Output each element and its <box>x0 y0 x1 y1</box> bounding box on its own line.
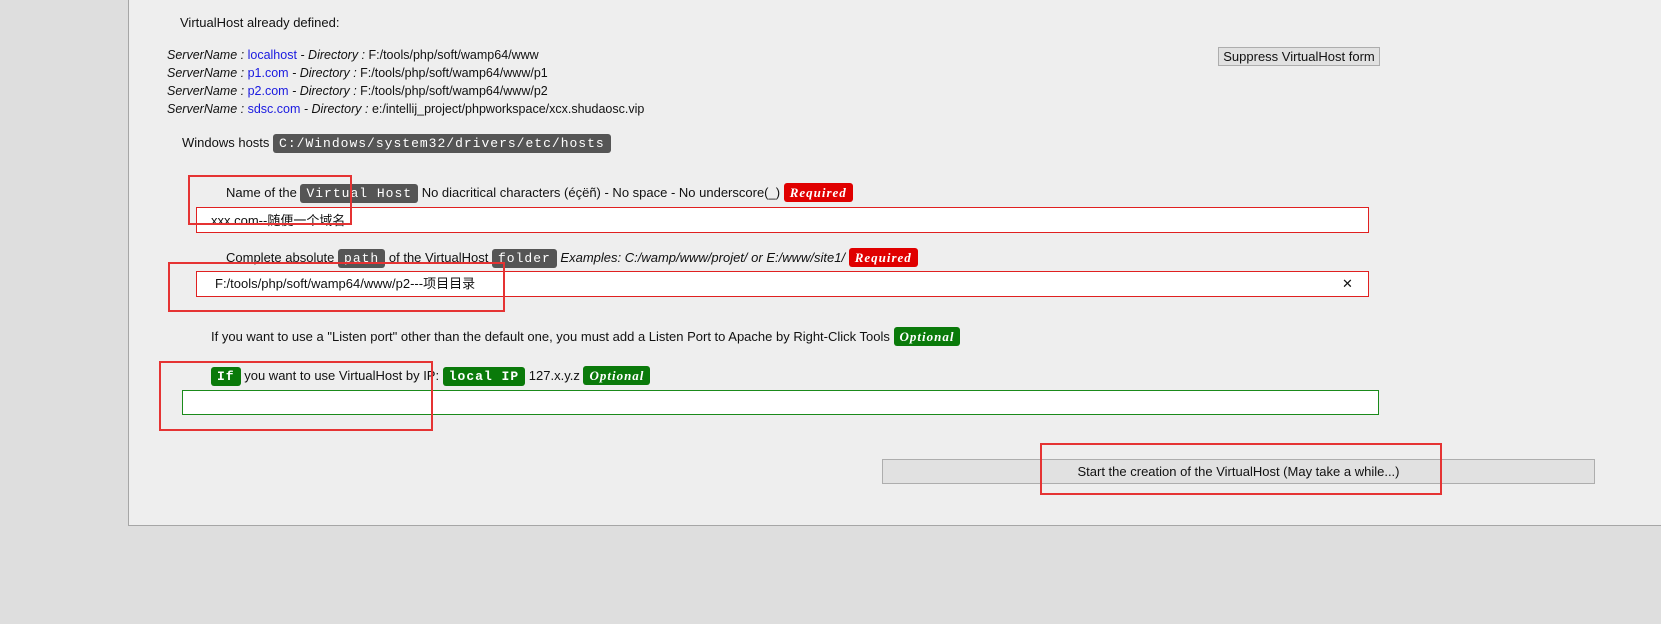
windows-hosts-label: Windows hosts <box>182 135 270 150</box>
required-badge: Required <box>783 183 853 202</box>
servername-link[interactable]: localhost <box>248 48 297 62</box>
directory-value: F:/tools/php/soft/wamp64/www <box>368 48 539 62</box>
virtualhost-entry: ServerName : localhost - Directory : F:/… <box>167 46 539 64</box>
servername-label: ServerName : <box>167 84 245 98</box>
servername-label: ServerName : <box>167 66 245 80</box>
servername-link[interactable]: p2.com <box>248 84 289 98</box>
directory-label: - Directory : <box>292 84 357 98</box>
directory-label: - Directory : <box>300 48 366 62</box>
directory-label: - Directory : <box>292 66 357 80</box>
virtualhost-entry: ServerName : sdsc.com - Directory : e:/i… <box>167 100 644 118</box>
directory-value: F:/tools/php/soft/wamp64/www/p1 <box>360 66 548 80</box>
virtualhost-entry: ServerName : p2.com - Directory : F:/too… <box>167 82 548 100</box>
annotation-box <box>188 175 352 225</box>
directory-value: e:/intellij_project/phpworkspace/xcx.shu… <box>371 102 645 116</box>
servername-label: ServerName : <box>167 48 245 62</box>
required-badge: Required <box>848 248 918 267</box>
directory-value: F:/tools/php/soft/wamp64/www/p2 <box>360 84 548 98</box>
listen-port-row: If you want to use a "Listen port" other… <box>211 327 961 346</box>
optional-badge: Optional <box>583 366 651 385</box>
hosts-path-tag: C:/Windows/system32/drivers/etc/hosts <box>273 134 611 153</box>
vhost-name-hint: No diacritical characters (éçëñ) - No sp… <box>421 185 781 200</box>
vhost-name-input[interactable]: xxx.com--随便一个域名 <box>196 207 1369 233</box>
suppress-virtualhost-button[interactable]: Suppress VirtualHost form <box>1218 47 1380 66</box>
path-examples: Examples: C:/wamp/www/projet/ or E:/www/… <box>560 250 846 265</box>
optional-badge: Optional <box>893 327 961 346</box>
annotation-box <box>1040 443 1442 495</box>
local-ip-tag: local IP <box>442 367 526 386</box>
ip-pattern: 127.x.y.z <box>528 368 580 383</box>
windows-hosts-row: Windows hosts C:/Windows/system32/driver… <box>182 134 611 153</box>
annotation-box <box>168 262 505 312</box>
annotation-box <box>159 361 433 431</box>
servername-link[interactable]: sdsc.com <box>248 102 301 116</box>
listen-port-text: If you want to use a "Listen port" other… <box>211 329 890 344</box>
servername-label: ServerName : <box>167 102 245 116</box>
directory-label: - Directory : <box>303 102 369 116</box>
servername-link[interactable]: p1.com <box>248 66 289 80</box>
clear-input-icon[interactable]: ✕ <box>1342 276 1353 292</box>
already-defined-heading: VirtualHost already defined: <box>180 15 340 30</box>
virtualhost-entry: ServerName : p1.com - Directory : F:/too… <box>167 64 548 82</box>
